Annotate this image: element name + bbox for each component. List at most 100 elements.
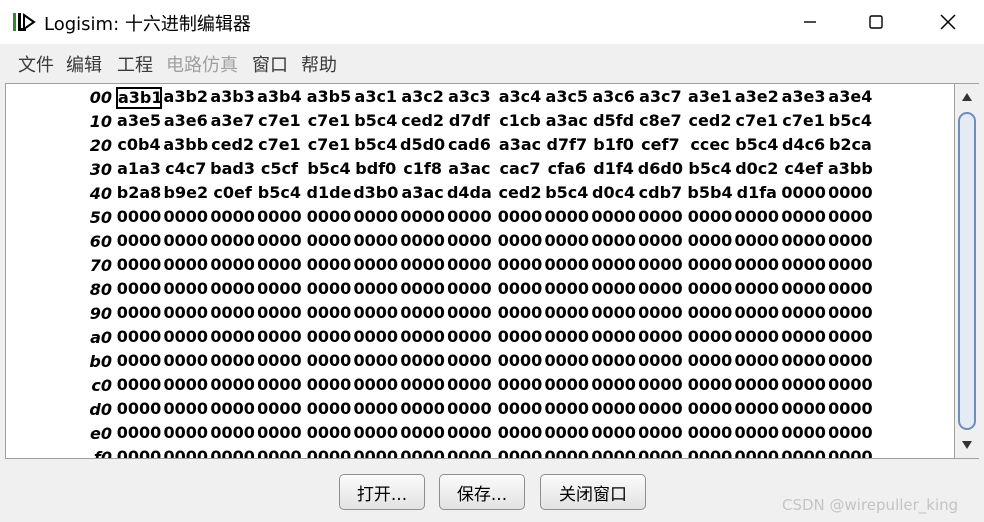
maximize-button[interactable] bbox=[844, 0, 908, 44]
hex-cell[interactable]: 0000 bbox=[400, 207, 446, 229]
hex-cell[interactable]: a3bb bbox=[163, 135, 209, 157]
hex-cell[interactable]: cfa6 bbox=[544, 159, 590, 181]
hex-cell[interactable]: 0000 bbox=[637, 327, 683, 349]
hex-cell[interactable]: 0000 bbox=[497, 231, 543, 253]
hex-cell[interactable]: 0000 bbox=[400, 399, 446, 421]
hex-cell[interactable]: b5c4 bbox=[256, 183, 302, 205]
hex-cell[interactable]: 0000 bbox=[353, 303, 399, 325]
hex-cell[interactable]: 0000 bbox=[256, 279, 302, 301]
hex-cell[interactable]: 0000 bbox=[781, 447, 827, 458]
hex-cell[interactable]: 0000 bbox=[400, 327, 446, 349]
hex-cell[interactable]: 0000 bbox=[781, 375, 827, 397]
hex-cell[interactable]: a1a3 bbox=[116, 159, 162, 181]
hex-cell[interactable]: d4da bbox=[446, 183, 492, 205]
menu-simulate[interactable]: 电路仿真 bbox=[166, 51, 238, 77]
vertical-scrollbar[interactable] bbox=[955, 83, 979, 459]
hex-cell[interactable]: 0000 bbox=[544, 255, 590, 277]
hex-cell[interactable]: a3c4 bbox=[497, 87, 543, 109]
hex-cell[interactable]: 0000 bbox=[781, 423, 827, 445]
hex-cell[interactable]: 0000 bbox=[116, 399, 162, 421]
hex-cell[interactable]: ccec bbox=[687, 135, 733, 157]
hex-cell[interactable]: 0000 bbox=[637, 399, 683, 421]
hex-cell[interactable]: 0000 bbox=[163, 447, 209, 458]
hex-cell[interactable]: b2a8 bbox=[116, 183, 162, 205]
hex-cell[interactable]: a3ac bbox=[497, 135, 543, 157]
hex-cell[interactable]: b5c4 bbox=[734, 135, 780, 157]
hex-cell[interactable]: d1de bbox=[306, 183, 352, 205]
hex-cell[interactable]: 0000 bbox=[637, 303, 683, 325]
hex-cell[interactable]: 0000 bbox=[497, 351, 543, 373]
hex-cell[interactable]: 0000 bbox=[163, 303, 209, 325]
hex-cell[interactable]: d6d0 bbox=[637, 159, 683, 181]
hex-cell[interactable]: 0000 bbox=[781, 231, 827, 253]
close-button[interactable]: 关闭窗口 bbox=[540, 474, 646, 510]
hex-cell[interactable]: 0000 bbox=[163, 255, 209, 277]
hex-cell[interactable]: 0000 bbox=[116, 423, 162, 445]
hex-cell[interactable]: b5c4 bbox=[827, 111, 873, 133]
hex-cell[interactable]: 0000 bbox=[734, 303, 780, 325]
hex-cell[interactable]: 0000 bbox=[687, 303, 733, 325]
hex-cell[interactable]: a3bb bbox=[827, 159, 873, 181]
hex-cell[interactable]: 0000 bbox=[210, 303, 256, 325]
hex-cell[interactable]: a3e1 bbox=[687, 87, 733, 109]
hex-cell[interactable]: 0000 bbox=[687, 375, 733, 397]
hex-cell[interactable]: a3ac bbox=[446, 159, 492, 181]
hex-cell[interactable]: 0000 bbox=[353, 375, 399, 397]
hex-cell[interactable]: b5c4 bbox=[544, 183, 590, 205]
hex-cell[interactable]: 0000 bbox=[163, 207, 209, 229]
hex-cell[interactable]: 0000 bbox=[781, 303, 827, 325]
hex-cell[interactable]: 0000 bbox=[591, 399, 637, 421]
hex-cell[interactable]: 0000 bbox=[544, 399, 590, 421]
hex-cell[interactable]: 0000 bbox=[734, 351, 780, 373]
hex-cell[interactable]: 0000 bbox=[687, 399, 733, 421]
hex-cell[interactable]: 0000 bbox=[446, 327, 492, 349]
hex-cell[interactable]: c7e1 bbox=[306, 135, 352, 157]
hex-cell[interactable]: d1f4 bbox=[591, 159, 637, 181]
hex-cell[interactable]: d3b0 bbox=[353, 183, 399, 205]
hex-cell[interactable]: 0000 bbox=[827, 375, 873, 397]
hex-cell[interactable]: 0000 bbox=[256, 255, 302, 277]
hex-cell[interactable]: 0000 bbox=[827, 399, 873, 421]
hex-cell[interactable]: 0000 bbox=[497, 327, 543, 349]
hex-cell[interactable]: 0000 bbox=[637, 447, 683, 458]
menu-edit[interactable]: 编辑 bbox=[66, 51, 102, 77]
hex-cell[interactable]: 0000 bbox=[353, 351, 399, 373]
hex-cell[interactable]: 0000 bbox=[116, 351, 162, 373]
hex-cell[interactable]: 0000 bbox=[163, 399, 209, 421]
close-window-button[interactable] bbox=[916, 0, 980, 44]
hex-cell[interactable]: 0000 bbox=[116, 375, 162, 397]
hex-cell[interactable]: 0000 bbox=[591, 375, 637, 397]
hex-cell[interactable]: 0000 bbox=[637, 351, 683, 373]
hex-cell[interactable]: 0000 bbox=[306, 447, 352, 458]
hex-cell[interactable]: c4ef bbox=[781, 159, 827, 181]
hex-cell[interactable]: ced2 bbox=[400, 111, 446, 133]
hex-cell[interactable]: a3b1 bbox=[116, 87, 163, 109]
hex-cell[interactable]: c0b4 bbox=[116, 135, 162, 157]
hex-cell[interactable]: 0000 bbox=[591, 303, 637, 325]
hex-cell[interactable]: a3b3 bbox=[210, 87, 256, 109]
hex-cell[interactable]: 0000 bbox=[116, 255, 162, 277]
hex-cell[interactable]: 0000 bbox=[210, 207, 256, 229]
hex-cell[interactable]: 0000 bbox=[591, 327, 637, 349]
hex-cell[interactable]: 0000 bbox=[827, 447, 873, 458]
hex-cell[interactable]: 0000 bbox=[116, 231, 162, 253]
hex-cell[interactable]: 0000 bbox=[687, 207, 733, 229]
hex-cell[interactable]: 0000 bbox=[116, 207, 162, 229]
hex-cell[interactable]: 0000 bbox=[210, 279, 256, 301]
hex-cell[interactable]: ced2 bbox=[497, 183, 543, 205]
minimize-button[interactable] bbox=[778, 0, 842, 44]
hex-cell[interactable]: 0000 bbox=[544, 327, 590, 349]
hex-cell[interactable]: 0000 bbox=[827, 255, 873, 277]
hex-cell[interactable]: 0000 bbox=[781, 255, 827, 277]
hex-cell[interactable]: d5fd bbox=[591, 111, 637, 133]
hex-cell[interactable]: 0000 bbox=[734, 399, 780, 421]
hex-cell[interactable]: 0000 bbox=[210, 447, 256, 458]
menu-file[interactable]: 文件 bbox=[18, 51, 54, 77]
hex-cell[interactable]: d0c2 bbox=[734, 159, 780, 181]
hex-cell[interactable]: 0000 bbox=[400, 303, 446, 325]
hex-cell[interactable]: b5c4 bbox=[687, 159, 733, 181]
hex-cell[interactable]: 0000 bbox=[446, 423, 492, 445]
scroll-thumb[interactable] bbox=[958, 112, 976, 430]
hex-cell[interactable]: 0000 bbox=[827, 231, 873, 253]
hex-cell[interactable]: 0000 bbox=[400, 447, 446, 458]
